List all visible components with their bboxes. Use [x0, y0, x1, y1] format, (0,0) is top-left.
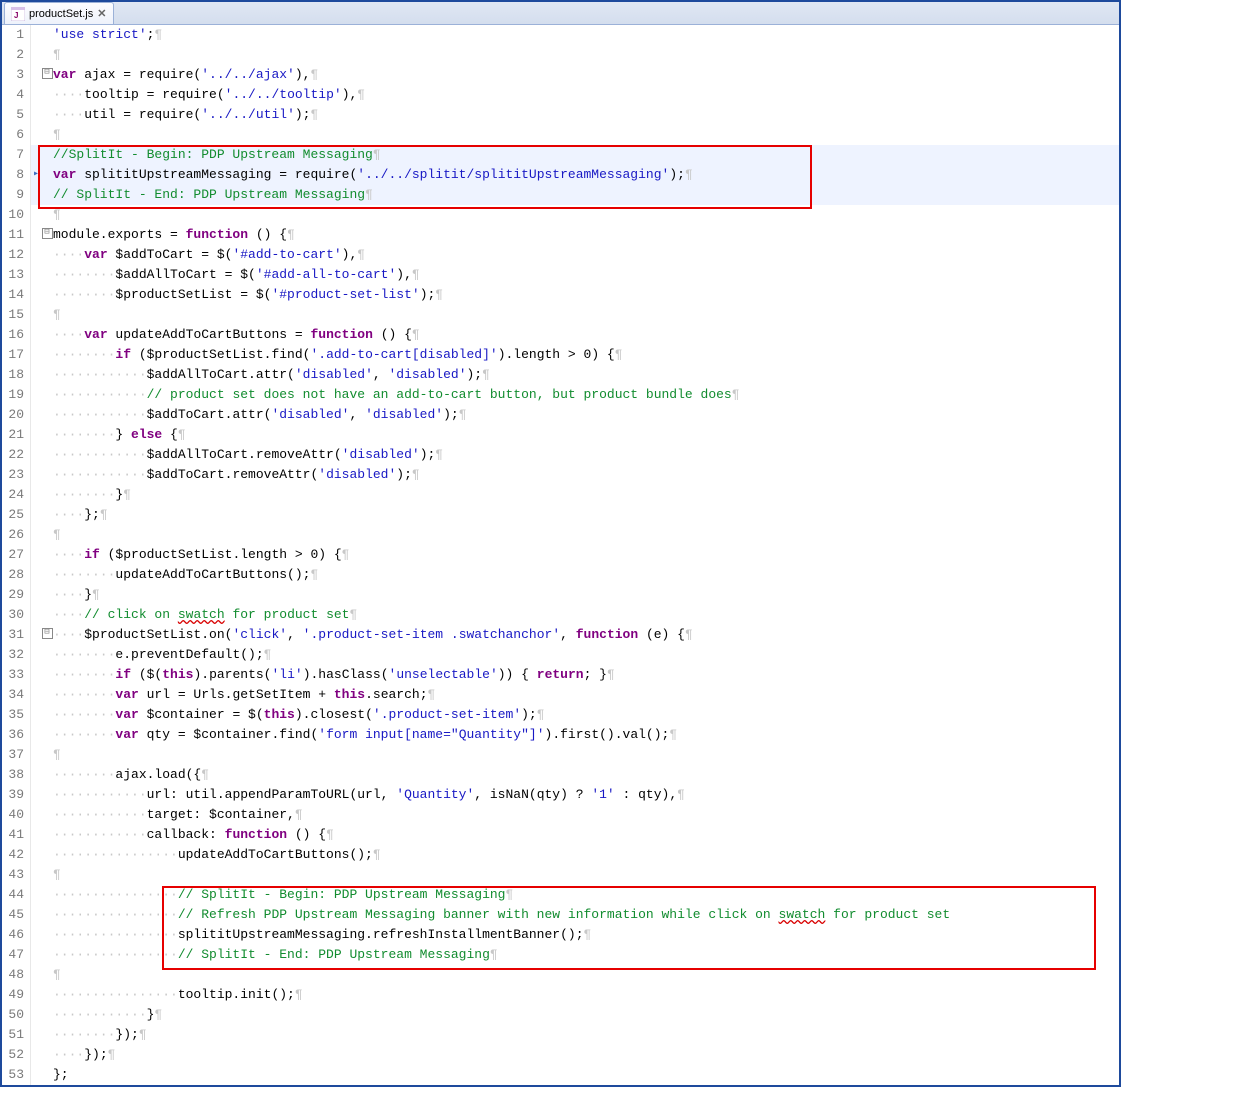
code-line[interactable]: 46 ················splititUpstreamMessag… [2, 925, 1119, 945]
code-line[interactable]: 3 ⊟ var ajax = require('../../ajax'),¶ [2, 65, 1119, 85]
code-line[interactable]: 33 ········if ($(this).parents('li').has… [2, 665, 1119, 685]
code-line[interactable]: 10 ¶ [2, 205, 1119, 225]
fold [41, 25, 53, 45]
code-line[interactable]: 35 ········var $container = $(this).clos… [2, 705, 1119, 725]
code-line[interactable]: 12 ····var $addToCart = $('#add-to-cart'… [2, 245, 1119, 265]
line-number: 1 [2, 25, 31, 45]
fold-toggle[interactable]: ⊟ [41, 625, 53, 645]
code-line[interactable]: 14 ········$productSetList = $('#product… [2, 285, 1119, 305]
code-line[interactable]: 7 //SplitIt - Begin: PDP Upstream Messag… [2, 145, 1119, 165]
code-line[interactable]: 27 ····if ($productSetList.length > 0) {… [2, 545, 1119, 565]
code-line[interactable]: 40 ············target: $container,¶ [2, 805, 1119, 825]
code-line[interactable]: 19 ············// product set does not h… [2, 385, 1119, 405]
js-file-icon: J [11, 7, 25, 21]
code-line[interactable]: 48 ¶ [2, 965, 1119, 985]
tab-bar: J productSet.js ✕ [2, 2, 1119, 25]
code-line[interactable]: 13 ········$addAllToCart = $('#add-all-t… [2, 265, 1119, 285]
marker-icon: ▸ [31, 165, 41, 185]
code-line[interactable]: 1 'use strict';¶ [2, 25, 1119, 45]
code-line[interactable]: 25 ····};¶ [2, 505, 1119, 525]
code-line[interactable]: 43 ¶ [2, 865, 1119, 885]
code-line[interactable]: 41 ············callback: function () {¶ [2, 825, 1119, 845]
code-line[interactable]: 50 ············}¶ [2, 1005, 1119, 1025]
code-line[interactable]: 47 ················// SplitIt - End: PDP… [2, 945, 1119, 965]
code-line[interactable]: 44 ················// SplitIt - Begin: P… [2, 885, 1119, 905]
code-line[interactable]: 51 ········});¶ [2, 1025, 1119, 1045]
svg-text:J: J [14, 11, 18, 20]
code-line[interactable]: 34 ········var url = Urls.getSetItem + t… [2, 685, 1119, 705]
code-line[interactable]: 32 ········e.preventDefault();¶ [2, 645, 1119, 665]
tab-label: productSet.js [29, 8, 93, 20]
code-line[interactable]: 28 ········updateAddToCartButtons();¶ [2, 565, 1119, 585]
code-line[interactable]: 29 ····}¶ [2, 585, 1119, 605]
code-line[interactable]: 8 ▸ var splititUpstreamMessaging = requi… [2, 165, 1119, 185]
code-line[interactable]: 52 ····});¶ [2, 1045, 1119, 1065]
code-line[interactable]: 38 ········ajax.load({¶ [2, 765, 1119, 785]
code-editor[interactable]: 1 'use strict';¶ 2 ¶ 3 ⊟ var ajax = requ… [2, 25, 1119, 1085]
code-line[interactable]: 37 ¶ [2, 745, 1119, 765]
code-line[interactable]: 26 ¶ [2, 525, 1119, 545]
code-line[interactable]: 2 ¶ [2, 45, 1119, 65]
code-line[interactable]: 30 ····// click on swatch for product se… [2, 605, 1119, 625]
code-line[interactable]: 6 ¶ [2, 125, 1119, 145]
code-line[interactable]: 5 ····util = require('../../util');¶ [2, 105, 1119, 125]
fold-toggle[interactable]: ⊟ [41, 225, 53, 245]
marker [31, 25, 41, 45]
code-line[interactable]: 36 ········var qty = $container.find('fo… [2, 725, 1119, 745]
code-line[interactable]: 21 ········} else {¶ [2, 425, 1119, 445]
tab-productset-js[interactable]: J productSet.js ✕ [4, 2, 114, 24]
code-line[interactable]: 17 ········if ($productSetList.find('.ad… [2, 345, 1119, 365]
code-line[interactable]: 16 ····var updateAddToCartButtons = func… [2, 325, 1119, 345]
code-line[interactable]: 45 ················// Refresh PDP Upstre… [2, 905, 1119, 925]
code-line[interactable]: 49 ················tooltip.init();¶ [2, 985, 1119, 1005]
code-line[interactable]: 20 ············$addToCart.attr('disabled… [2, 405, 1119, 425]
code-line[interactable]: 11 ⊟ module.exports = function () {¶ [2, 225, 1119, 245]
fold-toggle[interactable]: ⊟ [41, 65, 53, 85]
code-line[interactable]: 4 ····tooltip = require('../../tooltip')… [2, 85, 1119, 105]
code-line[interactable]: 42 ················updateAddToCartButton… [2, 845, 1119, 865]
code-line[interactable]: 31 ⊟ ····$productSetList.on('click', '.p… [2, 625, 1119, 645]
code-line[interactable]: 15 ¶ [2, 305, 1119, 325]
editor-window: J productSet.js ✕ 1 'use strict';¶ 2 ¶ 3… [0, 0, 1121, 1087]
code-line[interactable]: 22 ············$addAllToCart.removeAttr(… [2, 445, 1119, 465]
code-line[interactable]: 18 ············$addAllToCart.attr('disab… [2, 365, 1119, 385]
code-line[interactable]: 23 ············$addToCart.removeAttr('di… [2, 465, 1119, 485]
close-icon[interactable]: ✕ [97, 9, 107, 19]
code-line[interactable]: 9 // SplitIt - End: PDP Upstream Messagi… [2, 185, 1119, 205]
code-line[interactable]: 24 ········}¶ [2, 485, 1119, 505]
code-line[interactable]: 53 }; [2, 1065, 1119, 1085]
code-line[interactable]: 39 ············url: util.appendParamToUR… [2, 785, 1119, 805]
